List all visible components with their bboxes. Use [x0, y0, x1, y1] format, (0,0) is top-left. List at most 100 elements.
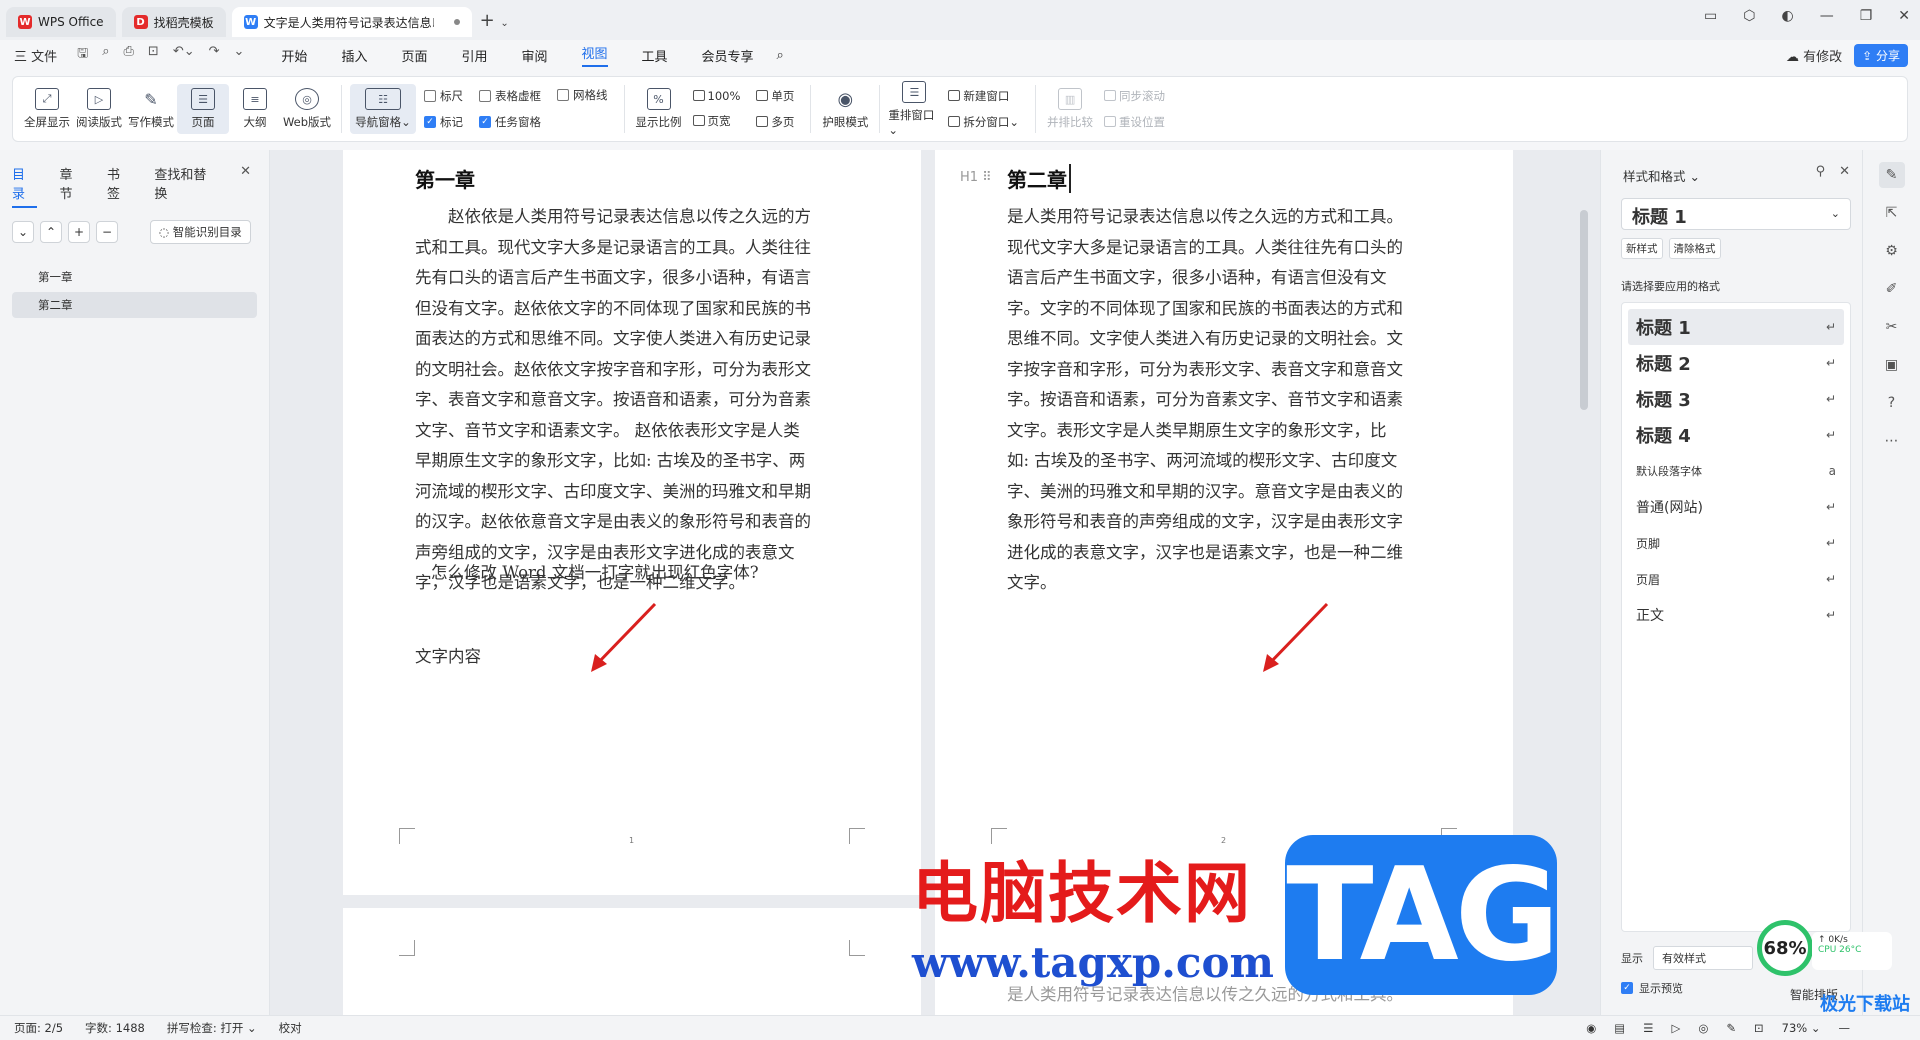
- redo-icon[interactable]: ↷: [209, 44, 220, 66]
- select-cursor-icon[interactable]: ⇱: [1879, 200, 1905, 226]
- more-icon[interactable]: ⌄: [234, 44, 245, 66]
- spell-check[interactable]: 拼写检查: 打开 ⌄: [167, 1020, 257, 1036]
- tab-bookmarks[interactable]: 书签: [107, 164, 132, 208]
- restore-icon[interactable]: ❐: [1860, 8, 1873, 24]
- collapse-icon[interactable]: ⌃: [40, 221, 62, 243]
- close-icon[interactable]: ✕: [1839, 164, 1850, 179]
- task-pane-checkbox[interactable]: ✓ 任务窗格: [479, 114, 541, 130]
- style-item[interactable]: 页脚 ↵: [1628, 525, 1844, 561]
- menu-insert[interactable]: 插入: [341, 46, 367, 65]
- more-icon[interactable]: ⋯: [1879, 428, 1905, 454]
- page-width-button[interactable]: 页宽: [692, 113, 741, 129]
- outline-view-icon[interactable]: ☰: [1643, 1021, 1653, 1035]
- modified-status[interactable]: ☁ 有修改: [1786, 46, 1842, 65]
- side-by-side-button[interactable]: ▥ 并排比较: [1044, 88, 1096, 130]
- new-window-button[interactable]: 新建窗口: [948, 88, 1019, 104]
- tab-document[interactable]: W 文字是人类用符号记录表达信息以: [231, 7, 472, 37]
- page-count[interactable]: 页面: 2/5: [14, 1020, 63, 1036]
- eye-icon[interactable]: ◉: [1586, 1021, 1596, 1035]
- avatar[interactable]: ◐: [1781, 8, 1793, 24]
- zoom-out-icon[interactable]: —: [1839, 1021, 1851, 1035]
- style-item[interactable]: 标题 3 ↵: [1628, 381, 1844, 417]
- tab-template[interactable]: D 找稻壳模板: [121, 7, 226, 37]
- toc-item[interactable]: 第二章: [12, 292, 257, 318]
- fullscreen-button[interactable]: ⤢ 全屏显示: [21, 88, 73, 130]
- search-icon[interactable]: ⌕: [777, 48, 784, 63]
- table-gridlines-checkbox[interactable]: 表格虚框: [479, 88, 541, 104]
- menu-review[interactable]: 审阅: [521, 46, 547, 65]
- zoom-button[interactable]: % 显示比例: [633, 88, 685, 130]
- style-item[interactable]: 默认段落字体 a: [1628, 453, 1844, 489]
- tools-icon[interactable]: ✂: [1879, 314, 1905, 340]
- pin-icon[interactable]: ⚲: [1816, 164, 1826, 179]
- remove-icon[interactable]: −: [96, 221, 118, 243]
- fit-icon[interactable]: ⊡: [1754, 1021, 1764, 1035]
- menu-view[interactable]: 视图: [581, 43, 608, 67]
- eye-protect-button[interactable]: ◉ 护眼模式: [819, 88, 871, 130]
- menu-home[interactable]: 开始: [281, 46, 307, 65]
- menu-references[interactable]: 引用: [461, 46, 487, 65]
- write-mode-button[interactable]: ✎ 写作模式: [125, 88, 177, 130]
- style-item[interactable]: 普通(网站) ↵: [1628, 489, 1844, 525]
- toc-item[interactable]: 第一章: [12, 264, 257, 290]
- paragraph[interactable]: 赵依依是人类用符号记录表达信息以传之久远的方式和工具。现代文字大多是记录语言的工…: [415, 202, 815, 599]
- style-item[interactable]: 标题 4 ↵: [1628, 417, 1844, 453]
- page[interactable]: 第一章 赵依依是人类用符号记录表达信息以传之久远的方式和工具。现代文字大多是记录…: [343, 150, 921, 895]
- split-window-button[interactable]: 拆分窗口⌄: [948, 114, 1019, 130]
- style-item[interactable]: 页眉 ↵: [1628, 561, 1844, 597]
- nav-pane-button[interactable]: ☷ 导航窗格⌄: [350, 84, 416, 134]
- paragraph[interactable]: 怎么修改 Word 文档一打字就出现红色字体?: [415, 558, 895, 589]
- style-item[interactable]: 标题 1 ↵: [1628, 309, 1844, 345]
- sync-scroll-button[interactable]: 同步滚动: [1104, 88, 1165, 104]
- pen-icon[interactable]: ✎: [1726, 1021, 1736, 1035]
- file-menu[interactable]: 三 文件: [14, 46, 57, 65]
- layout-icon[interactable]: ▭: [1704, 8, 1717, 24]
- cube-icon[interactable]: ⬡: [1743, 8, 1755, 24]
- style-pen-icon[interactable]: ✎: [1878, 162, 1905, 188]
- print-icon[interactable]: ⎙: [124, 44, 134, 66]
- menu-vip[interactable]: 会员专享: [702, 46, 754, 65]
- page-view-icon[interactable]: ▤: [1614, 1021, 1625, 1035]
- style-item[interactable]: 标题 2 ↵: [1628, 345, 1844, 381]
- close-icon[interactable]: ✕: [1898, 8, 1910, 24]
- proofread[interactable]: 校对: [279, 1020, 302, 1036]
- new-style-button[interactable]: 新样式: [1621, 238, 1663, 259]
- tab-wps-office[interactable]: W WPS Office: [6, 7, 116, 37]
- help-icon[interactable]: ?: [1879, 390, 1905, 416]
- web-view-icon[interactable]: ◎: [1698, 1021, 1708, 1035]
- chapter-heading[interactable]: 第二章: [1007, 164, 1071, 193]
- style-item[interactable]: 正文 ↵: [1628, 597, 1844, 633]
- add-icon[interactable]: +: [68, 221, 90, 243]
- paragraph[interactable]: 是人类用符号记录表达信息以传之久远的方式和工具。现代文字大多是记录语言的工具。人…: [1007, 202, 1407, 599]
- preview-checkbox[interactable]: ✓ 显示预览: [1621, 980, 1683, 996]
- tab-chapters[interactable]: 章节: [59, 164, 84, 208]
- menu-page[interactable]: 页面: [401, 46, 427, 65]
- read-mode-button[interactable]: ▷ 阅读版式: [73, 88, 125, 130]
- heading-marker-icon[interactable]: H1 ⠿: [960, 170, 992, 185]
- clear-format-button[interactable]: 清除格式: [1668, 238, 1721, 259]
- chapter-heading[interactable]: 第一章: [415, 164, 475, 193]
- undo-icon[interactable]: ↶⌄: [173, 44, 195, 66]
- tab-find-replace[interactable]: 查找和替换: [154, 164, 218, 208]
- add-tab-icon[interactable]: + ⌄: [480, 10, 509, 31]
- single-page-button[interactable]: 单页: [756, 88, 794, 104]
- markup-checkbox[interactable]: ✓ 标记: [424, 114, 463, 130]
- zoom-100-button[interactable]: 100%: [692, 89, 740, 103]
- tab-toc[interactable]: 目录: [12, 164, 38, 208]
- show-select[interactable]: 有效样式: [1653, 946, 1753, 970]
- gridlines-checkbox[interactable]: 网格线: [557, 87, 608, 103]
- page[interactable]: [343, 908, 921, 1015]
- close-icon[interactable]: ✕: [240, 164, 251, 208]
- share-button[interactable]: ⇪ 分享: [1854, 44, 1908, 67]
- multi-page-button[interactable]: 多页: [756, 114, 794, 130]
- performance-gauge[interactable]: 68%: [1757, 920, 1813, 976]
- web-layout-button[interactable]: ◎ Web版式: [281, 88, 333, 130]
- panel-title[interactable]: 样式和格式 ⌄: [1623, 166, 1700, 185]
- settings-sliders-icon[interactable]: ⚙: [1879, 238, 1905, 264]
- ruler-checkbox[interactable]: 标尺: [424, 88, 463, 104]
- print-preview-icon[interactable]: ⊡: [148, 44, 159, 66]
- book-icon[interactable]: ▣: [1879, 352, 1905, 378]
- smart-toc-button[interactable]: ◌ 智能识别目录: [150, 220, 251, 244]
- save-icon[interactable]: 🖫: [77, 44, 88, 66]
- play-icon[interactable]: ▷: [1671, 1021, 1680, 1035]
